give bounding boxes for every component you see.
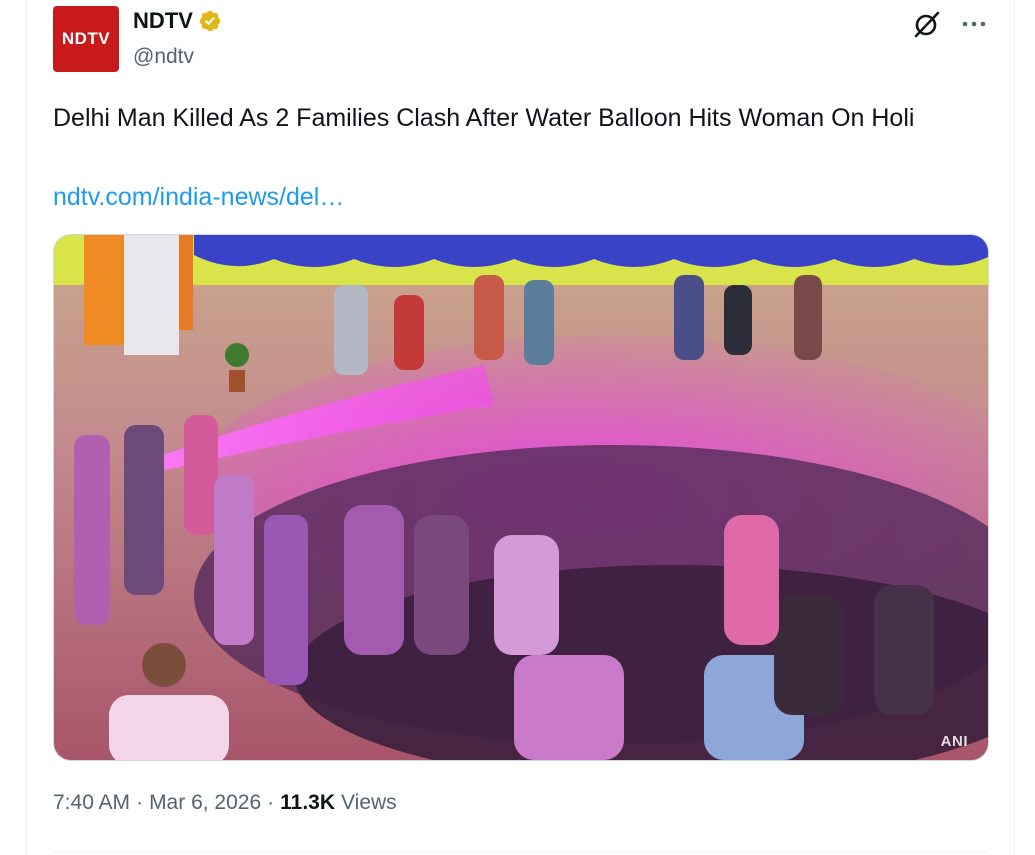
tweet-time[interactable]: 7:40 AM	[53, 791, 130, 815]
grok-icon	[914, 11, 940, 38]
holi-photo-image	[54, 235, 988, 760]
meta-separator: ·	[267, 791, 275, 814]
tweet: NDTV NDTV @ndtv Delhi Man Killed As 2 Fa…	[53, 0, 990, 855]
timeline-border-left	[26, 0, 27, 855]
tweet-photo[interactable]: ANI	[53, 234, 989, 761]
timeline-border-right	[1014, 0, 1015, 855]
tweet-link[interactable]: ndtv.com/india-news/del…	[53, 177, 344, 217]
avatar[interactable]: NDTV	[53, 6, 119, 72]
views-count: 11.3K	[280, 791, 336, 814]
tweet-meta: 7:40 AM · Mar 6, 2026 · 11.3K Views	[53, 791, 397, 815]
tweet-date[interactable]: Mar 6, 2026	[149, 791, 261, 815]
grok-button[interactable]	[911, 8, 943, 40]
author-handle[interactable]: @ndtv	[133, 45, 194, 69]
more-options-button[interactable]	[958, 8, 990, 40]
more-icon	[962, 21, 986, 27]
tweet-text: Delhi Man Killed As 2 Families Clash Aft…	[53, 104, 915, 132]
verified-badge-icon	[199, 10, 221, 32]
author-name-row: NDTV	[133, 8, 222, 34]
views-label: Views	[341, 791, 397, 814]
display-name[interactable]: NDTV	[133, 8, 193, 34]
divider	[53, 852, 987, 853]
avatar-logo-text: NDTV	[61, 29, 111, 48]
meta-separator: ·	[136, 791, 144, 814]
photo-watermark: ANI	[940, 733, 968, 750]
